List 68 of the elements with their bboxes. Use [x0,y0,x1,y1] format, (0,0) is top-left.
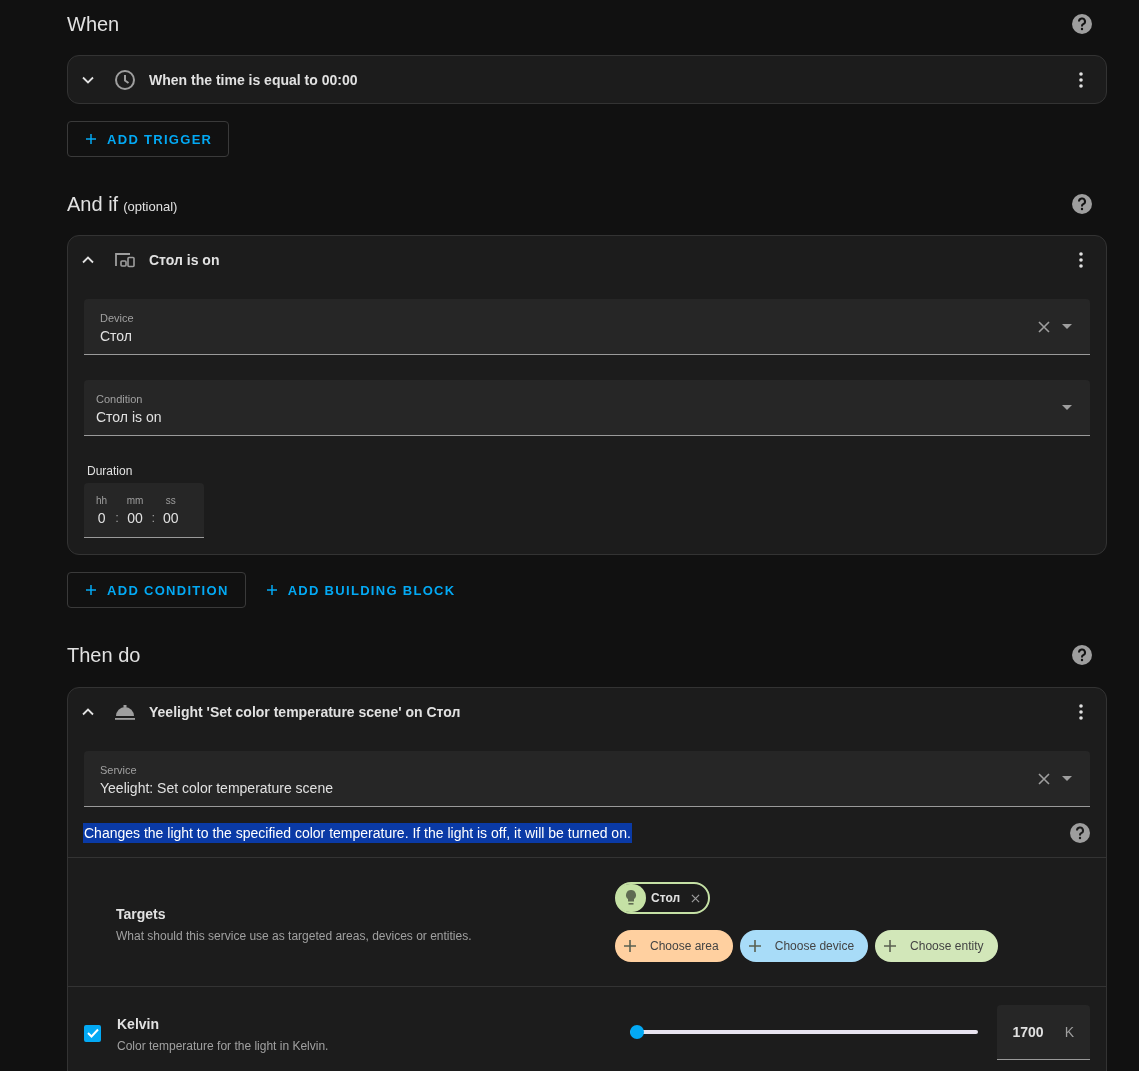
time-separator: : [115,509,119,525]
slider-thumb[interactable] [630,1025,644,1039]
add-button[interactable]: ADD CONDITION [67,572,246,608]
targets-description: What should this service use as targeted areas, devices or entities. [116,928,473,943]
section-heading: And if [67,192,119,215]
plus-icon [624,940,636,952]
parameter-description: Color temperature for the light in Kelvin. [117,1038,330,1053]
condition-title[interactable]: Стол is on [149,251,1079,268]
more-menu-icon[interactable] [1079,71,1083,88]
time-separator: : [151,509,156,525]
help-icon[interactable] [1070,823,1090,843]
targets-heading: Targets [116,905,167,922]
field-label: Condition [96,392,143,405]
field-value: 1700 [1012,1024,1044,1040]
chevron-icon[interactable] [82,75,94,84]
service-description: Changes the light to the specified color temperature. If the light is off, it will be turned on. [83,823,632,843]
time-unit-label: mm [126,494,144,506]
clear-icon[interactable] [1038,320,1050,333]
plus-icon [266,585,277,595]
more-menu-icon[interactable] [1079,251,1083,268]
help-icon[interactable] [1072,645,1092,665]
plus-icon [86,585,96,595]
slider[interactable] [630,1025,978,1039]
lightbulb-icon [625,890,637,906]
duration-field[interactable]: hh 0 : mm 00 : ss 00 [84,483,204,538]
parameter-name: Kelvin [117,1015,160,1032]
clear-icon[interactable] [1038,772,1050,785]
select-field[interactable]: Device Стол [84,299,1090,355]
section-heading: When [67,12,120,36]
time-unit-label: ss [165,494,176,506]
number-field[interactable]: 1700 K [997,1005,1090,1060]
select-field[interactable]: Service Yeelight: Set color temperature scene [84,751,1090,807]
time-unit-label: hh [96,494,108,506]
plus-icon [884,940,897,952]
help-icon[interactable] [1072,194,1092,214]
action-title[interactable]: Yeelight 'Set color temperature scene' on Стол [149,703,1079,720]
duration-label: Duration [87,464,134,478]
dropdown-arrow-icon[interactable] [1062,776,1072,781]
chevron-icon[interactable] [82,255,94,264]
section-subtitle: (optional) [123,198,178,214]
add-trigger-button[interactable]: ADD TRIGGER [67,121,230,157]
more-menu-icon[interactable] [1079,703,1083,720]
chip-label: Стол [651,891,681,905]
choose-target-button[interactable]: Choose entity [875,930,998,962]
time-value: 0 [97,509,106,526]
field-value: Yeelight: Set color temperature scene [100,779,333,796]
time-value: 00 [127,509,143,526]
plus-icon [748,940,761,952]
time-value: 00 [163,509,179,526]
choose-target-button[interactable]: Choose area [615,930,733,962]
select-field[interactable]: Condition Стол is on [84,380,1090,436]
chevron-icon[interactable] [82,707,94,716]
field-label: Service [100,763,137,776]
choose-target-button[interactable]: Choose device [739,930,869,962]
dropdown-arrow-icon[interactable] [1062,324,1072,329]
remove-icon[interactable] [691,893,701,903]
clock-icon [114,68,136,91]
add-button[interactable]: ADD BUILDING BLOCK [247,572,473,608]
dropdown-arrow-icon[interactable] [1062,405,1072,410]
field-value: Стол is on [96,408,162,425]
checkbox[interactable] [84,1024,101,1042]
trigger-title[interactable]: When the time is equal to 00:00 [149,71,1079,88]
field-label: Device [100,311,134,324]
help-icon[interactable] [1072,14,1092,34]
field-value: Стол [100,327,132,344]
unit-label: K [1064,1024,1074,1040]
section-heading: Then do [67,643,141,667]
plus-icon [86,134,96,144]
